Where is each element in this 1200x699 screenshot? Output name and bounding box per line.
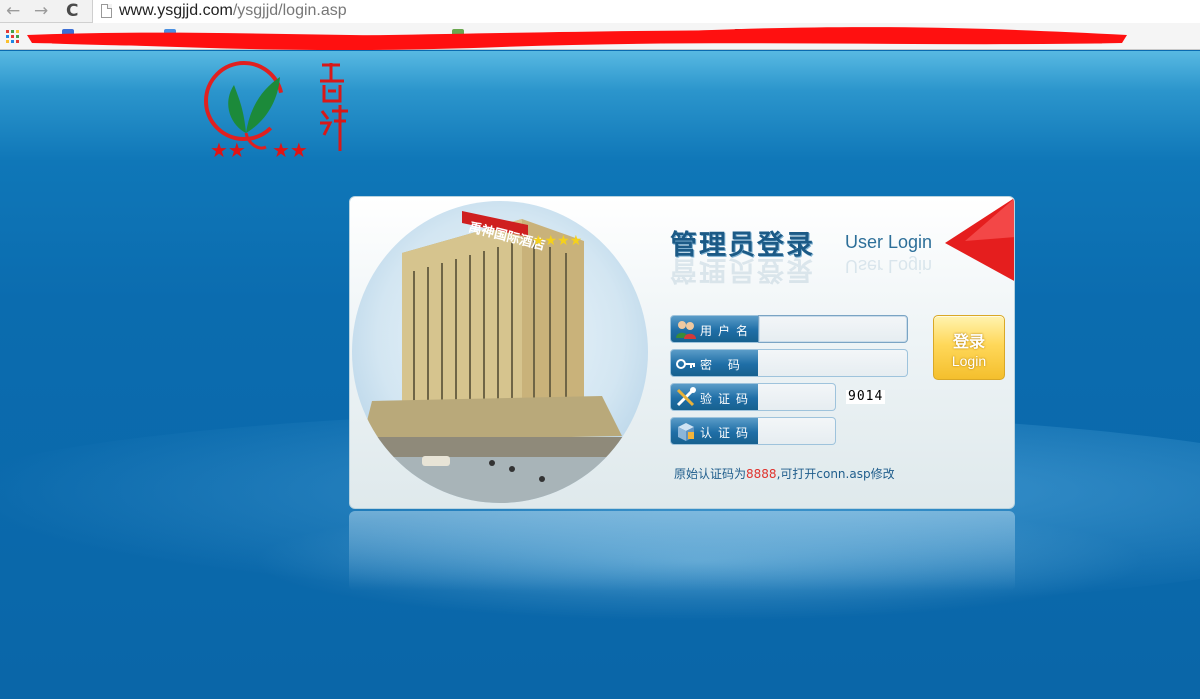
url-path: /ysgjjd/login.asp <box>232 2 347 19</box>
users-icon <box>676 321 696 339</box>
red-arrow-icon <box>945 198 1014 281</box>
back-button[interactable]: ← <box>6 1 20 21</box>
auth-code-hint: 原始认证码为8888,可打开conn.asp修改 <box>674 467 895 481</box>
default-auth-code: 8888 <box>746 467 777 481</box>
username-input[interactable] <box>758 315 908 343</box>
hotel-building-image: 禹神国际酒店 ★★★★ <box>352 211 648 503</box>
url-host: www.ysgjjd.com <box>119 2 233 19</box>
title-chinese-reflection: 管理员登录 <box>670 254 815 285</box>
auth-code-input[interactable] <box>758 417 836 445</box>
redaction-scribble <box>27 27 1127 51</box>
hotel-star-rating: ★★★★ <box>532 233 582 249</box>
svg-text:★★: ★★ <box>210 138 246 162</box>
hotel-logo: ★★ ★★ <box>204 61 348 162</box>
panel-reflection <box>349 511 1015 591</box>
reload-button[interactable]: C <box>66 1 78 21</box>
hotel-photo: 禹神国际酒店 ★★★★ <box>352 201 648 503</box>
username-label: 用户名 <box>670 315 759 343</box>
verification-label: 验证码 <box>670 383 759 411</box>
auth-code-label: 认证码 <box>670 417 759 445</box>
page-icon <box>101 4 112 18</box>
title-english: User Login <box>845 232 933 252</box>
browser-address-bar: ← → C www.ysgjjd.com/ysgjjd/login.asp <box>0 0 1200 23</box>
title-english-reflection: User Login <box>845 256 933 276</box>
password-row: 密 码 <box>670 349 910 377</box>
verification-row: 验证码 <box>670 383 840 411</box>
captcha-image[interactable]: 9014 <box>846 390 886 404</box>
apps-icon[interactable] <box>6 30 19 43</box>
login-button[interactable]: 登录 Login <box>933 315 1005 380</box>
box-icon <box>678 423 694 441</box>
login-panel: 禹神国际酒店 ★★★★ 管理员登录 管理员登录 User Login User … <box>349 196 1015 509</box>
password-label: 密 码 <box>670 349 759 377</box>
key-icon <box>676 359 695 369</box>
tools-icon <box>676 387 696 407</box>
username-row: 用户名 <box>670 315 910 343</box>
svg-text:★★: ★★ <box>272 138 308 162</box>
password-input[interactable] <box>758 349 908 377</box>
url-field[interactable]: www.ysgjjd.com/ysgjjd/login.asp <box>92 0 1200 23</box>
verification-code-input[interactable] <box>758 383 836 411</box>
forward-button[interactable]: → <box>34 1 48 21</box>
auth-code-row: 认证码 <box>670 417 840 445</box>
